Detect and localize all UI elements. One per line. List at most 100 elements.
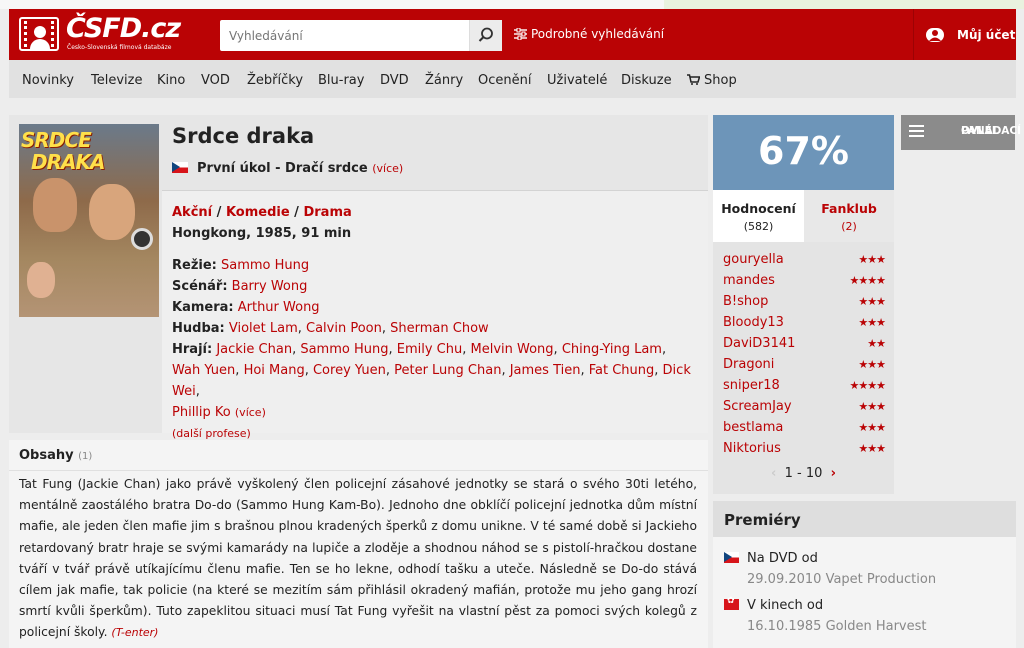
nav-item-shop[interactable]: Shop bbox=[687, 73, 737, 88]
film-alt-title: První úkol - Dračí srdce (více) bbox=[172, 161, 403, 176]
person-link[interactable]: Sherman Chow bbox=[390, 321, 489, 336]
film-crew: Režie: Sammo Hung Scénář: Barry Wong Kam… bbox=[172, 255, 489, 339]
pager-next-icon[interactable]: › bbox=[831, 466, 836, 481]
nav-item-bluray[interactable]: Blu-ray bbox=[318, 73, 364, 88]
genre-link[interactable]: Akční bbox=[172, 205, 212, 220]
nav-item-shop-label: Shop bbox=[704, 73, 737, 88]
top-strip-accent bbox=[664, 0, 1024, 9]
plot-heading-text: Obsahy bbox=[19, 448, 74, 463]
account-label: Můj účet bbox=[957, 28, 1016, 42]
search-button[interactable] bbox=[469, 20, 502, 51]
search-input[interactable] bbox=[220, 20, 468, 51]
user-icon bbox=[926, 28, 944, 42]
plot-author-link[interactable]: (T-enter) bbox=[111, 626, 158, 639]
site-header: ČSFD.cz Česko-Slovenská filmová databáze… bbox=[9, 9, 1016, 60]
nav-item-zanry[interactable]: Žánry bbox=[425, 73, 463, 88]
user-link[interactable]: B!shop bbox=[723, 294, 768, 309]
film-profile: SRDCE DRAKA Srdce draka První úkol - Dra… bbox=[9, 115, 708, 440]
genre-link[interactable]: Komedie bbox=[226, 205, 290, 220]
user-link[interactable]: Dragoni bbox=[723, 357, 774, 372]
genre-link[interactable]: Drama bbox=[303, 205, 351, 220]
person-link[interactable]: Arthur Wong bbox=[238, 300, 320, 315]
nav-item-televize[interactable]: Televize bbox=[91, 73, 142, 88]
actor-link[interactable]: Ching-Ying Lam bbox=[562, 342, 662, 357]
user-link[interactable]: ScreamJay bbox=[723, 399, 792, 414]
advanced-search-label: Podrobné vyhledávání bbox=[531, 27, 665, 41]
control-panel-label-2: PANEL bbox=[961, 125, 999, 137]
actor-link[interactable]: Corey Yuen bbox=[313, 363, 386, 378]
premiere-item-dvd: Na DVD od bbox=[724, 551, 818, 566]
user-link[interactable]: DaviD3141 bbox=[723, 336, 795, 351]
nav-item-dvd[interactable]: DVD bbox=[380, 73, 409, 88]
star-rating: ★★★ bbox=[858, 358, 886, 371]
logo-film-icon bbox=[19, 17, 59, 51]
actor-link[interactable]: Peter Lung Chan bbox=[394, 363, 501, 378]
person-link[interactable]: Barry Wong bbox=[232, 279, 308, 294]
tab-ratings[interactable]: Hodnocení (582) bbox=[713, 190, 804, 242]
top-strip bbox=[0, 0, 1024, 9]
advanced-search-link[interactable]: Podrobné vyhledávání bbox=[514, 27, 664, 41]
user-link[interactable]: Niktorius bbox=[723, 441, 781, 456]
person-link[interactable]: Violet Lam bbox=[229, 321, 298, 336]
divider bbox=[162, 190, 708, 191]
czech-flag-icon bbox=[172, 162, 188, 173]
premiere-detail: 29.09.2010 Vapet Production bbox=[747, 572, 937, 587]
star-rating: ★★ bbox=[867, 337, 886, 350]
account-button[interactable]: Můj účet bbox=[913, 9, 1016, 60]
pager-prev-icon[interactable]: ‹ bbox=[771, 466, 776, 481]
tab-fanclub[interactable]: Fanklub (2) bbox=[804, 190, 894, 242]
crew-directing: Režie: Sammo Hung bbox=[172, 255, 489, 276]
user-rating-row: gouryella ★★★ bbox=[723, 249, 886, 270]
actor-link[interactable]: Wah Yuen bbox=[172, 363, 235, 378]
nav-item-zebricky[interactable]: Žebříčky bbox=[247, 73, 303, 88]
writer-label: Scénář: bbox=[172, 279, 228, 294]
actor-link[interactable]: Fat Chung bbox=[589, 363, 655, 378]
nav-item-kino[interactable]: Kino bbox=[157, 73, 185, 88]
actors-more-link[interactable]: (více) bbox=[235, 406, 266, 419]
user-rating-row: DaviD3141 ★★ bbox=[723, 333, 886, 354]
premiere-label: V kinech od bbox=[747, 598, 824, 613]
star-rating: ★★★ bbox=[858, 316, 886, 329]
plot-body: Tat Fung (Jackie Chan) jako právě vyškol… bbox=[19, 477, 697, 640]
actor-link[interactable]: Jackie Chan bbox=[216, 342, 292, 357]
user-link[interactable]: bestlama bbox=[723, 420, 783, 435]
user-link[interactable]: gouryella bbox=[723, 252, 784, 267]
nav-item-oceneni[interactable]: Ocenění bbox=[478, 73, 531, 88]
alt-title-more-link[interactable]: (více) bbox=[372, 162, 403, 175]
camera-label: Kamera: bbox=[172, 300, 234, 315]
actor-link[interactable]: Emily Chu bbox=[397, 342, 462, 357]
ratings-pager: ‹ 1 - 10 › bbox=[713, 466, 894, 481]
actor-link[interactable]: Phillip Ko bbox=[172, 405, 231, 420]
nav-item-diskuze[interactable]: Diskuze bbox=[621, 73, 672, 88]
actors-label: Hrají: bbox=[172, 342, 213, 357]
actor-link[interactable]: Melvin Wong bbox=[471, 342, 554, 357]
directing-label: Režie: bbox=[172, 258, 217, 273]
site-logo[interactable]: ČSFD.cz Česko-Slovenská filmová databáze bbox=[19, 13, 181, 55]
star-rating: ★★★ bbox=[858, 400, 886, 413]
actor-link[interactable]: Hoi Mang bbox=[244, 363, 305, 378]
user-rating-row: sniper18 ★★★★ bbox=[723, 375, 886, 396]
nav-item-novinky[interactable]: Novinky bbox=[22, 73, 74, 88]
nav-item-vod[interactable]: VOD bbox=[201, 73, 230, 88]
user-link[interactable]: sniper18 bbox=[723, 378, 780, 393]
user-rating-row: Bloody13 ★★★ bbox=[723, 312, 886, 333]
more-professions-link[interactable]: (další profese) bbox=[172, 427, 251, 440]
control-panel-button[interactable]: OVLÁDACÍ PANEL bbox=[901, 115, 1021, 150]
user-rating-row: B!shop ★★★ bbox=[723, 291, 886, 312]
film-actors: Hrají: Jackie Chan, Sammo Hung, Emily Ch… bbox=[172, 342, 691, 440]
actor-link[interactable]: James Tien bbox=[510, 363, 581, 378]
nav-item-uzivatele[interactable]: Uživatelé bbox=[547, 73, 607, 88]
cart-icon bbox=[687, 74, 701, 85]
plot-count: (1) bbox=[78, 451, 93, 462]
search-box bbox=[220, 20, 502, 51]
film-poster[interactable]: SRDCE DRAKA bbox=[19, 124, 159, 317]
actor-link[interactable]: Sammo Hung bbox=[300, 342, 388, 357]
tab-fanclub-count: (2) bbox=[841, 220, 857, 233]
person-link[interactable]: Sammo Hung bbox=[221, 258, 309, 273]
logo-text: ČSFD.cz bbox=[66, 13, 181, 44]
person-link[interactable]: Calvin Poon bbox=[306, 321, 382, 336]
user-link[interactable]: Bloody13 bbox=[723, 315, 784, 330]
film-title: Srdce draka bbox=[172, 124, 315, 148]
user-link[interactable]: mandes bbox=[723, 273, 775, 288]
plot-section: Obsahy (1) Tat Fung (Jackie Chan) jako p… bbox=[9, 440, 708, 648]
